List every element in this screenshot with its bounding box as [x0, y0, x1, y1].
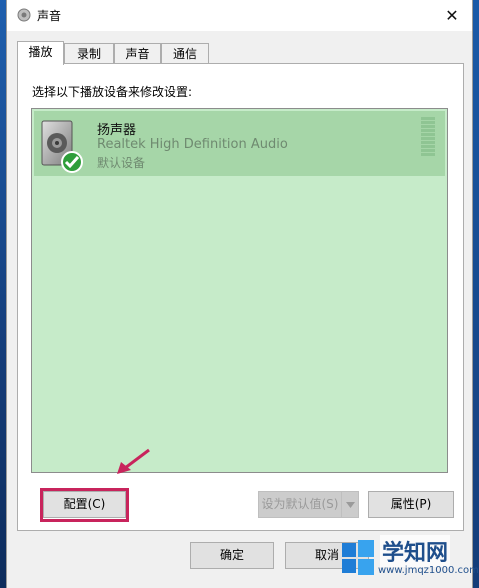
close-icon: ✕	[445, 6, 459, 25]
sound-dialog: 声音 ✕ 播放 录制 声音 通信 选择以下播放设备来修改设置: 扬声器 Real…	[6, 0, 473, 588]
device-name: 扬声器	[97, 123, 137, 138]
device-item-speakers[interactable]: 扬声器 Realtek High Definition Audio 默认设备	[34, 111, 445, 176]
close-button[interactable]: ✕	[432, 0, 472, 31]
sound-app-icon	[17, 8, 31, 22]
speaker-icon	[41, 120, 83, 173]
device-driver: Realtek High Definition Audio	[97, 137, 288, 152]
properties-button[interactable]: 属性(P)	[368, 491, 454, 518]
watermark: 学知网 www.jmqz1000.com	[340, 533, 479, 585]
watermark-url: www.jmqz1000.com	[378, 565, 479, 576]
instruction-label: 选择以下播放设备来修改设置:	[32, 85, 193, 99]
set-default-button[interactable]: 设为默认值(S)	[258, 491, 359, 518]
watermark-title: 学知网	[380, 535, 451, 567]
tab-sounds[interactable]: 声音	[114, 43, 161, 63]
desktop-background-right	[473, 0, 479, 588]
configure-button[interactable]: 配置(C)	[43, 491, 126, 518]
device-status: 默认设备	[97, 156, 146, 170]
set-default-label: 设为默认值(S)	[261, 497, 339, 511]
tab-playback[interactable]: 播放	[17, 41, 64, 65]
volume-meter	[421, 117, 435, 157]
chevron-down-icon[interactable]	[341, 492, 358, 517]
ok-button[interactable]: 确定	[190, 542, 274, 569]
title-bar[interactable]: 声音 ✕	[7, 0, 472, 31]
device-list[interactable]: 扬声器 Realtek High Definition Audio 默认设备	[31, 108, 448, 473]
tab-communications[interactable]: 通信	[161, 43, 209, 63]
window-title: 声音	[37, 9, 62, 23]
annotation-arrow-icon	[117, 448, 150, 474]
checkmark-icon	[61, 151, 83, 173]
tab-recording[interactable]: 录制	[64, 43, 114, 63]
windows-logo-icon	[342, 540, 374, 575]
playback-panel: 选择以下播放设备来修改设置: 扬声器 Realtek High Definiti…	[17, 63, 464, 531]
